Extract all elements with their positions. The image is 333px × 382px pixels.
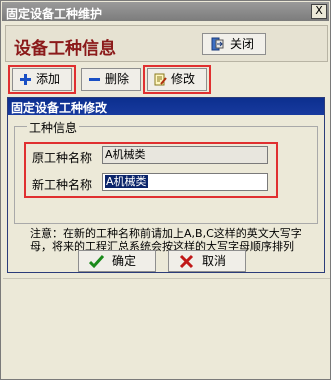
close-button-label: 关闭 bbox=[230, 37, 255, 51]
modify-dialog: 固定设备工种修改 工种信息 原工种名称 A机械类 新工种名称 A机械类 注意：在… bbox=[7, 97, 325, 273]
outer-window: 固定设备工种维护 X 设备工种信息 关闭 添加 删除 修改 固定设备工种修改 工… bbox=[0, 0, 331, 380]
ok-button[interactable]: 确定 bbox=[78, 250, 156, 272]
delete-button[interactable]: 删除 bbox=[81, 68, 141, 91]
ok-button-label: 确定 bbox=[112, 254, 137, 268]
delete-button-label: 删除 bbox=[105, 72, 130, 86]
exit-door-icon bbox=[211, 37, 224, 51]
close-button[interactable]: 关闭 bbox=[202, 33, 266, 55]
close-icon: X bbox=[315, 4, 323, 17]
checkmark-icon bbox=[89, 254, 104, 269]
minus-icon bbox=[89, 78, 100, 81]
window-close-button[interactable]: X bbox=[311, 4, 327, 19]
outer-window-title: 固定设备工种维护 bbox=[6, 7, 103, 21]
cross-icon bbox=[179, 254, 194, 269]
highlight-box-modify bbox=[143, 65, 211, 94]
outer-titlebar[interactable]: 固定设备工种维护 X bbox=[2, 2, 329, 21]
header-panel: 设备工种信息 关闭 bbox=[5, 25, 328, 62]
highlight-box-add bbox=[8, 65, 76, 94]
dialog-titlebar[interactable]: 固定设备工种修改 bbox=[8, 98, 324, 115]
page-title: 设备工种信息 bbox=[14, 39, 116, 59]
cancel-button-label: 取消 bbox=[202, 254, 227, 268]
toolbar: 添加 删除 修改 bbox=[5, 65, 328, 95]
dialog-title: 固定设备工种修改 bbox=[11, 101, 108, 115]
highlight-box-fields bbox=[24, 142, 278, 198]
group-label: 工种信息 bbox=[27, 119, 80, 136]
cancel-button[interactable]: 取消 bbox=[168, 250, 246, 272]
divider bbox=[3, 278, 330, 279]
